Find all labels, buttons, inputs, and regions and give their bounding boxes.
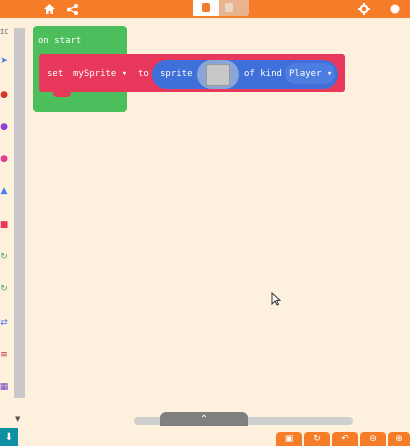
share-icon[interactable]: [65, 0, 79, 18]
music-icon[interactable]: ●: [0, 154, 8, 164]
variable-dropdown[interactable]: mySprite ▾: [73, 69, 127, 79]
save-icon[interactable]: ▣: [276, 432, 302, 446]
block-connector: [53, 92, 71, 97]
gear-icon[interactable]: [357, 0, 371, 18]
of-kind-label: of kind: [244, 69, 282, 79]
code-mode-tab[interactable]: [219, 0, 249, 16]
set-label: set: [47, 69, 64, 79]
sprite-label: sprite: [160, 69, 193, 79]
sprites-icon[interactable]: ➤: [0, 56, 8, 66]
redo-icon[interactable]: ↻: [304, 432, 330, 446]
to-label: to: [138, 69, 149, 79]
blocks-mode-tab[interactable]: [193, 0, 219, 16]
on-start-label: on start: [38, 36, 82, 46]
math-icon[interactable]: ≡: [0, 350, 8, 360]
game-icon[interactable]: ●: [0, 122, 8, 132]
variables-icon[interactable]: ⇄: [0, 318, 8, 328]
mouse-cursor-icon: [271, 292, 281, 306]
undo-icon[interactable]: ↶: [332, 432, 358, 446]
help-icon[interactable]: [388, 0, 402, 18]
top-toolbar: [0, 0, 410, 18]
controller-icon[interactable]: ●: [0, 90, 8, 100]
toolbox-label: IC: [0, 28, 9, 36]
scene-icon[interactable]: ▲: [0, 186, 8, 196]
images-icon[interactable]: ▦: [0, 382, 8, 392]
kind-dropdown[interactable]: Player ▾: [289, 69, 332, 79]
editor-mode-switch[interactable]: [193, 0, 249, 16]
code-icon: [225, 3, 233, 12]
home-icon[interactable]: [42, 0, 56, 18]
toolbox: IC ➤ ● ● ● ▲ ■ ↻ ↻ ⇄ ≡ ▦: [0, 18, 14, 426]
toolbox-scrollbar-thumb[interactable]: [14, 28, 25, 398]
zoom-out-icon[interactable]: ⊖: [360, 432, 386, 446]
loops-icon[interactable]: ↻: [0, 252, 8, 262]
sprite-image-editor[interactable]: [206, 64, 230, 86]
blocks-icon: [202, 3, 210, 12]
logic-icon[interactable]: ↻: [0, 284, 8, 294]
info-icon[interactable]: ■: [0, 220, 8, 230]
zoom-in-icon[interactable]: ⊕: [388, 432, 410, 446]
chevron-up-icon[interactable]: ⌃: [160, 412, 248, 426]
scroll-down-icon[interactable]: ▼: [15, 415, 20, 423]
download-icon[interactable]: ⬇: [0, 428, 18, 446]
